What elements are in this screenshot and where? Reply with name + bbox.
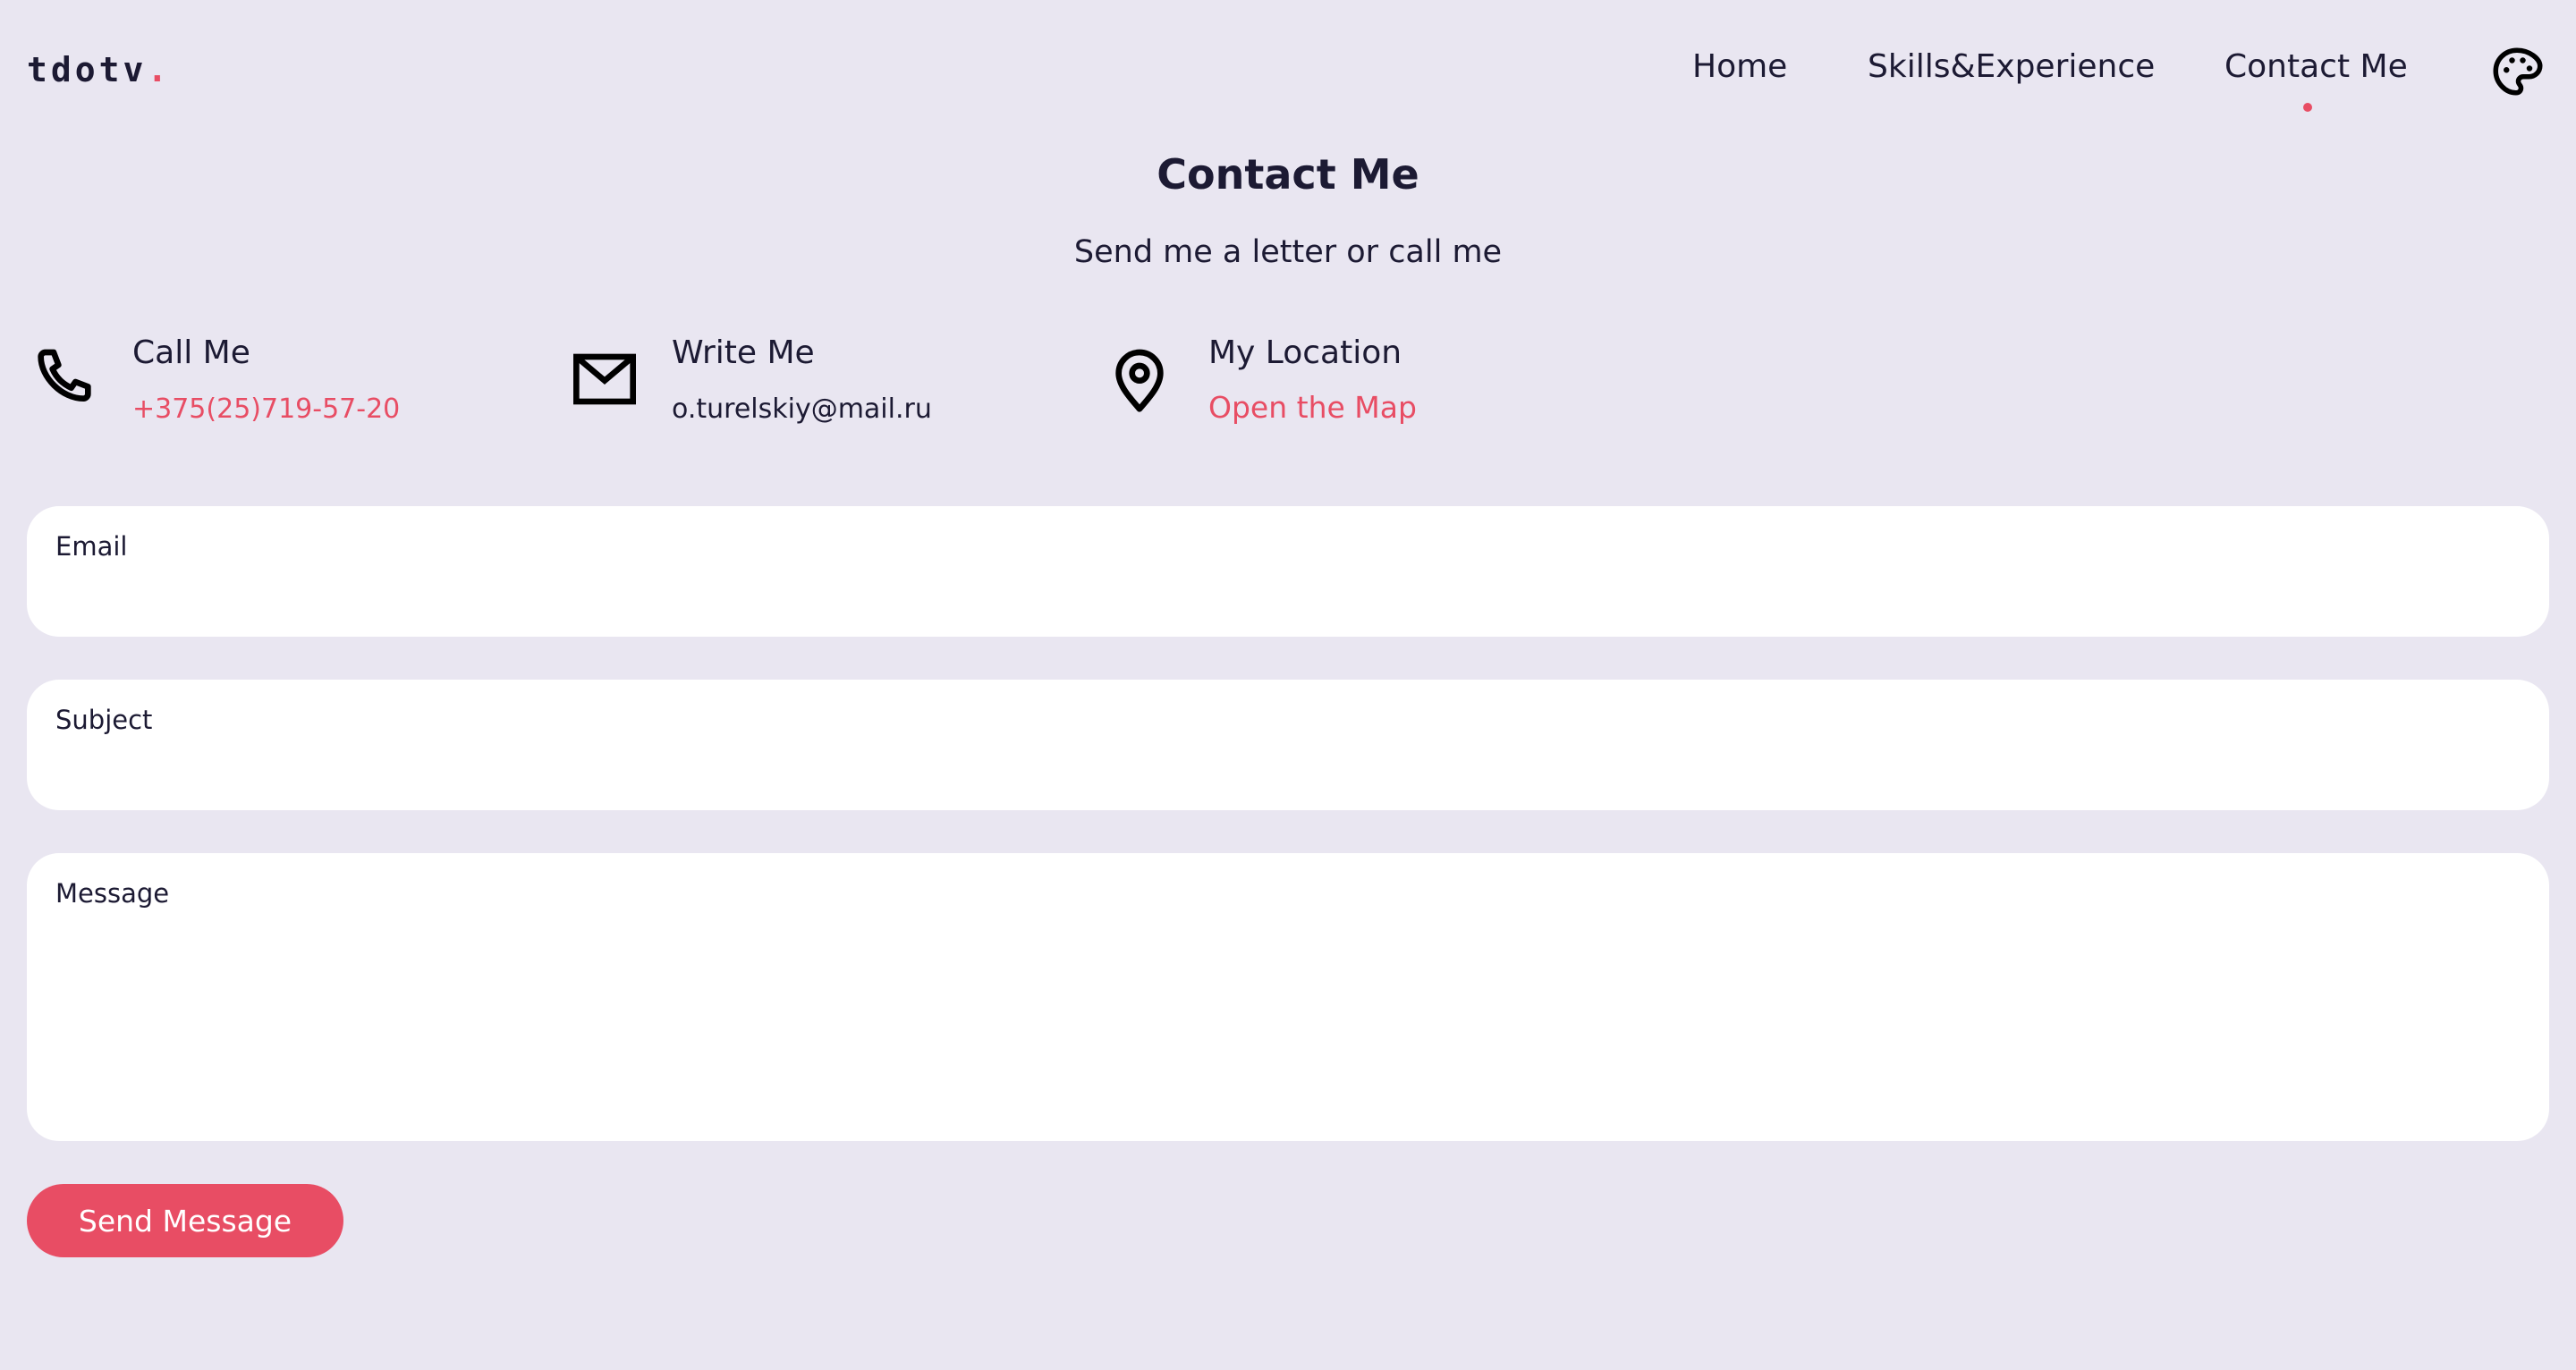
contact-page: tdotv. Home Skills&Experience Contact Me… — [0, 0, 2576, 1370]
nav-skills-experience[interactable]: Skills&Experience — [1868, 48, 2155, 85]
phone-icon — [38, 349, 91, 402]
message-field-label: Message — [55, 878, 170, 909]
send-message-button[interactable]: Send Message — [27, 1184, 343, 1257]
mail-icon — [573, 353, 636, 405]
phone-number-link[interactable]: +375(25)719-57-20 — [132, 393, 400, 425]
palette-icon[interactable] — [2490, 45, 2544, 98]
open-map-link[interactable]: Open the Map — [1208, 390, 1417, 425]
logo-text: tdotv — [27, 50, 148, 89]
my-location-label: My Location — [1208, 334, 1402, 371]
subject-field[interactable]: Subject — [27, 680, 2549, 810]
email-input[interactable] — [55, 576, 2521, 617]
email-field-label: Email — [55, 531, 128, 562]
page-title: Contact Me — [1157, 150, 1419, 199]
nav-home[interactable]: Home — [1692, 48, 1787, 85]
logo-dot: . — [147, 50, 172, 89]
page-subtitle: Send me a letter or call me — [1073, 234, 1503, 270]
active-nav-indicator — [2303, 103, 2312, 112]
subject-input[interactable] — [55, 749, 2521, 791]
email-field[interactable]: Email — [27, 506, 2549, 637]
message-textarea[interactable] — [55, 923, 2521, 1123]
subject-field-label: Subject — [55, 705, 153, 735]
nav-contact-me[interactable]: Contact Me — [2224, 48, 2408, 85]
map-pin-icon — [1115, 349, 1164, 412]
message-field[interactable]: Message — [27, 853, 2549, 1141]
write-me-label: Write Me — [672, 334, 815, 371]
email-address: o.turelskiy@mail.ru — [672, 393, 932, 425]
logo[interactable]: tdotv. — [27, 50, 171, 89]
call-me-label: Call Me — [132, 334, 250, 371]
